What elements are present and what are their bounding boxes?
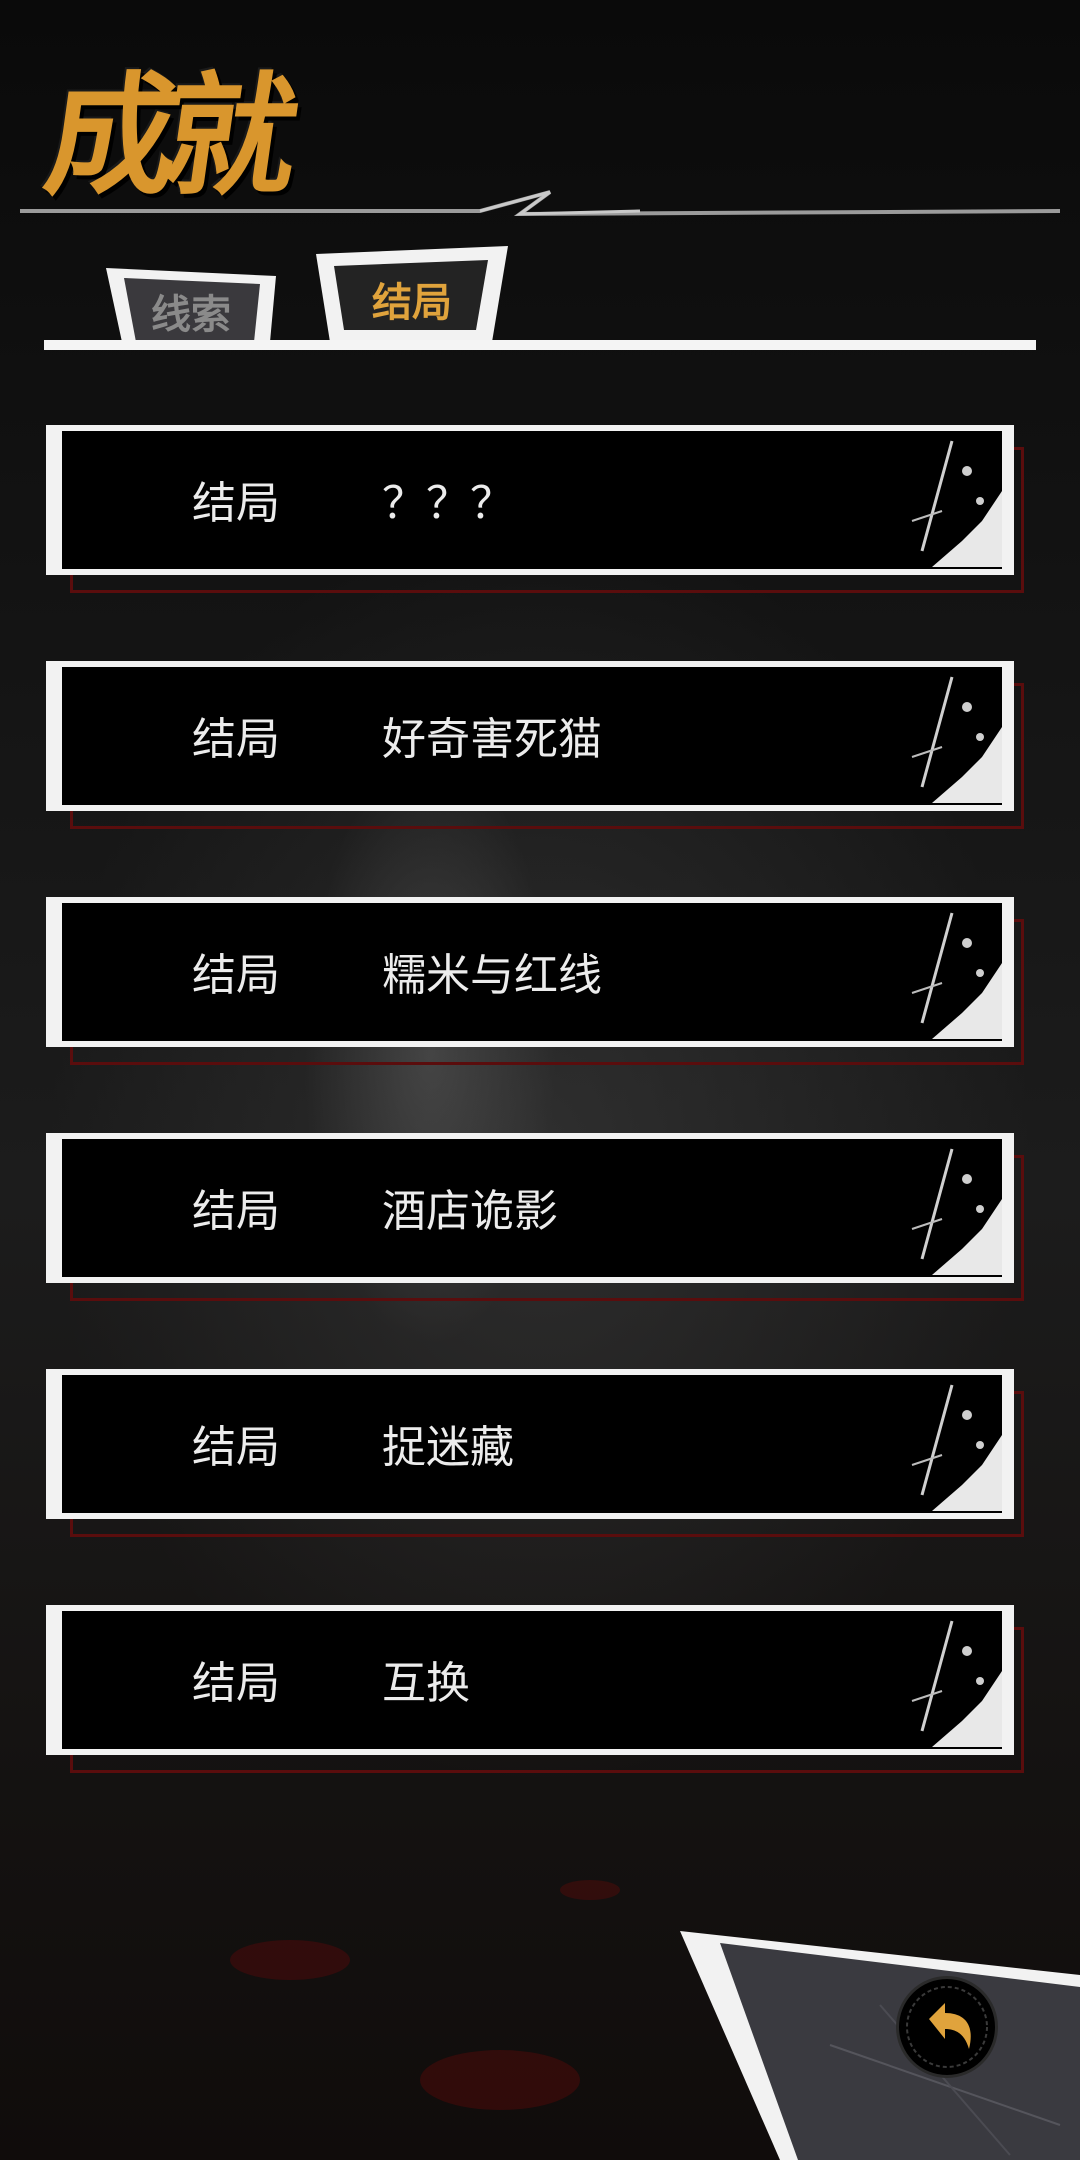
ending-label: 结局 [192,1422,280,1473]
ending-label: 结局 [192,1186,280,1237]
ending-name: 互换 [382,1658,470,1709]
tab-endings[interactable]: 结局 [316,246,508,342]
ending-name: ？？？ [382,478,514,529]
tab-clues-label: 线索 [151,292,231,338]
page-title: 成就 [37,20,385,214]
blood-splatter [560,1880,620,1900]
blood-splatter [230,1940,350,1980]
ending-label: 结局 [192,950,280,1001]
tabs-baseline [44,340,1036,350]
ending-name: 捉迷藏 [382,1422,514,1473]
tab-clues[interactable]: 线索 [100,264,282,342]
ending-item[interactable]: 结局 捉迷藏 [46,1369,1024,1537]
ending-item[interactable]: 结局 好奇害死猫 [46,661,1024,829]
ending-item[interactable]: 结局 互换 [46,1605,1024,1773]
ending-item[interactable]: 结局 酒店诡影 [46,1133,1024,1301]
back-arrow-icon [906,1986,988,2068]
grunge-decoration [911,676,1002,803]
ending-name: 酒店诡影 [382,1186,558,1237]
grunge-decoration [911,1148,1002,1275]
ending-item[interactable]: 结局 ？？？ [46,425,1024,593]
ending-name: 好奇害死猫 [382,714,602,765]
tab-endings-label: 结局 [372,280,452,326]
ending-name: 糯米与红线 [382,950,602,1001]
grunge-decoration [911,1384,1002,1511]
grunge-decoration [911,1620,1002,1747]
grunge-decoration [911,912,1002,1039]
back-panel [680,1931,1080,2160]
back-button[interactable] [896,1976,998,2078]
ending-label: 结局 [192,478,280,529]
blood-splatter [420,2050,580,2110]
ending-item[interactable]: 结局 糯米与红线 [46,897,1024,1065]
ending-label: 结局 [192,714,280,765]
grunge-decoration [911,440,1002,567]
ending-label: 结局 [192,1658,280,1709]
header-divider [20,190,1060,217]
